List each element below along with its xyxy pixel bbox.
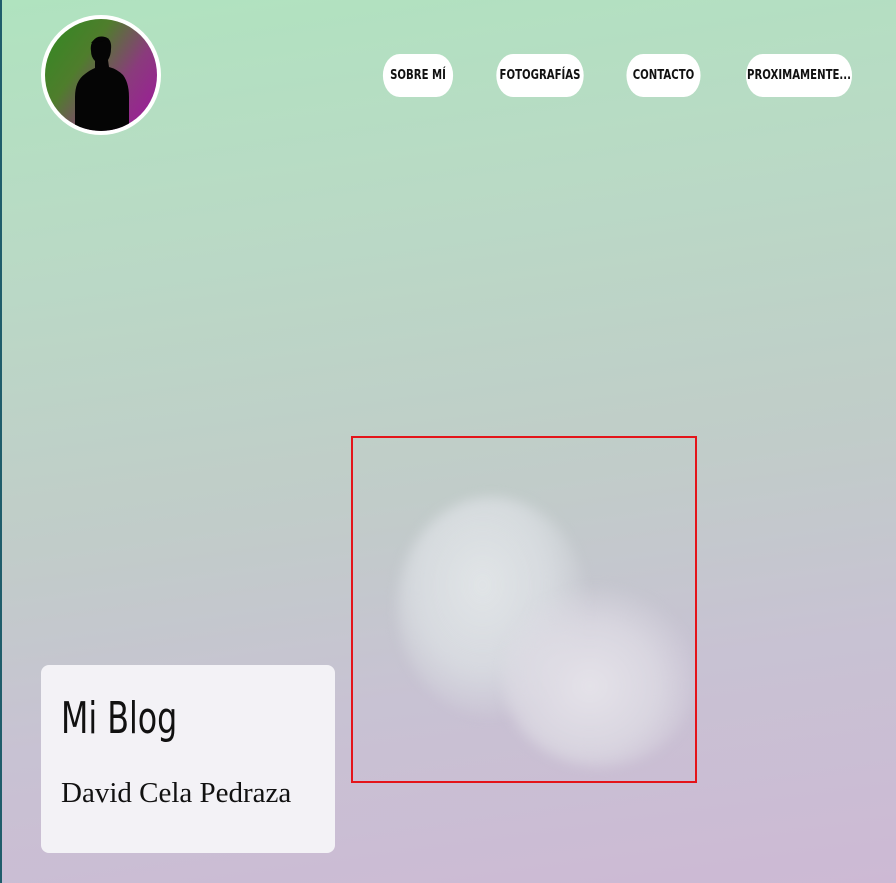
nav-contacto[interactable]: CONTACTO — [626, 54, 701, 97]
nav-proximamente[interactable]: PROXIMAMENTE... — [745, 54, 853, 97]
nav-fotografias[interactable]: FOTOGRAFÍAS — [496, 54, 584, 97]
avatar[interactable] — [41, 15, 161, 135]
title-card: Mi Blog David Cela Pedraza — [41, 665, 335, 853]
person-silhouette-icon — [45, 19, 157, 131]
window-edge — [0, 0, 2, 883]
blog-title: Mi Blog — [61, 693, 178, 744]
blog-author: David Cela Pedraza — [61, 777, 292, 809]
nav-sobre-mi[interactable]: SOBRE MÍ — [382, 54, 454, 97]
highlight-box — [351, 436, 697, 783]
